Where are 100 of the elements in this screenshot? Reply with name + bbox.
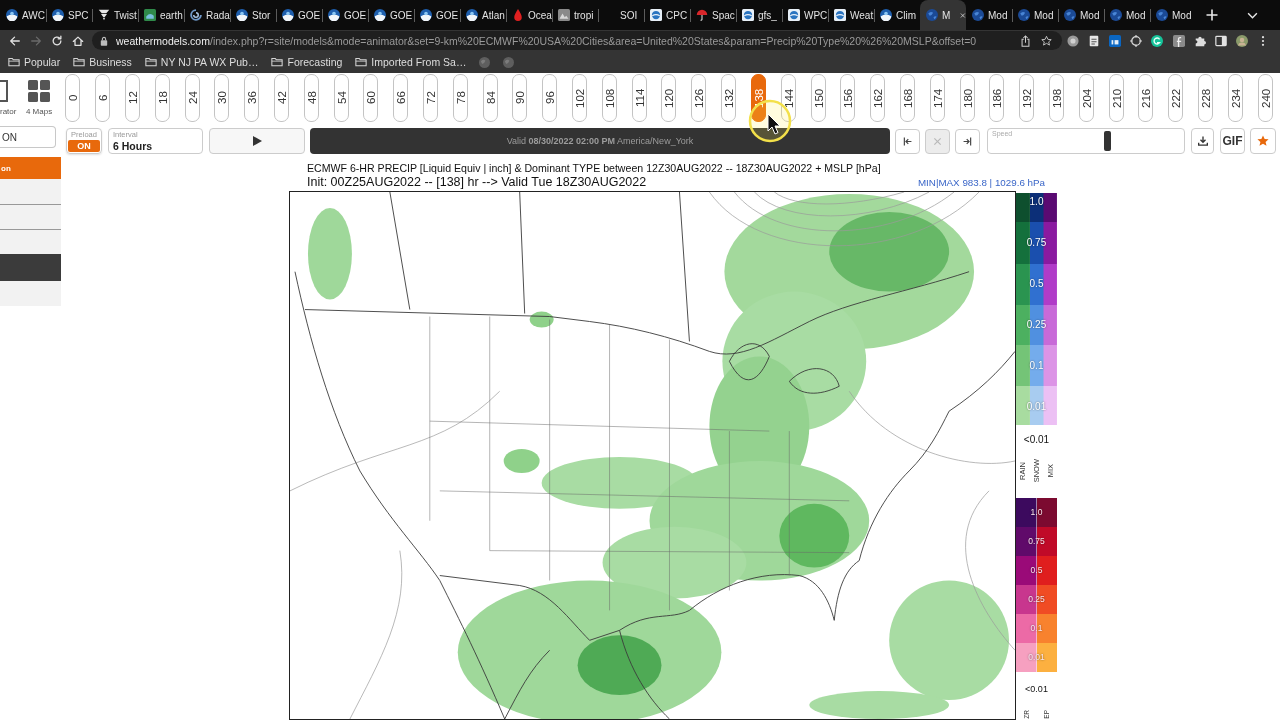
chevron-down-icon[interactable]: [1247, 12, 1258, 19]
share-icon[interactable]: [1020, 34, 1031, 47]
back-arrow-icon[interactable]: [8, 34, 21, 47]
star-outline-icon[interactable]: [1041, 34, 1052, 47]
hour-button[interactable]: 72: [423, 74, 439, 122]
hour-button[interactable]: 18: [154, 74, 170, 122]
browser-tab[interactable]: Spac: [690, 0, 736, 30]
sidebar-item[interactable]: [0, 229, 61, 254]
hour-button[interactable]: 222: [1168, 74, 1184, 122]
bookmark-button[interactable]: Popular: [8, 56, 61, 68]
browser-tab[interactable]: Weat: [828, 0, 874, 30]
browser-tab[interactable]: Mod: [1058, 0, 1104, 30]
toggle-button[interactable]: ON: [0, 126, 56, 148]
download-button[interactable]: [1191, 128, 1214, 154]
browser-tab[interactable]: Ocea: [506, 0, 552, 30]
hour-button[interactable]: 132: [721, 74, 737, 122]
browser-tab[interactable]: M: [920, 0, 966, 30]
bookmark-button[interactable]: Imported From Sa…: [355, 56, 467, 68]
bookmark-button[interactable]: NY NJ PA WX Pub…: [144, 56, 259, 68]
browser-tab[interactable]: SOI: [598, 0, 644, 30]
hour-button[interactable]: 156: [840, 74, 856, 122]
hour-button[interactable]: 78: [452, 74, 468, 122]
hour-button[interactable]: 54: [333, 74, 349, 122]
browser-tab[interactable]: GOE: [368, 0, 414, 30]
square-logo-icon[interactable]: [1172, 34, 1185, 47]
round-logo-icon[interactable]: [1066, 34, 1079, 47]
hour-button[interactable]: 90: [512, 74, 528, 122]
hour-button[interactable]: 216: [1138, 74, 1154, 122]
side-panel-icon[interactable]: [1214, 34, 1227, 47]
round-logo-icon[interactable]: [1151, 34, 1164, 47]
hour-button[interactable]: 0: [65, 74, 81, 122]
hour-button[interactable]: 162: [870, 74, 886, 122]
browser-tab[interactable]: SPC: [46, 0, 92, 30]
target-icon[interactable]: [1130, 34, 1143, 47]
hour-button[interactable]: 24: [184, 74, 200, 122]
new-tab-icon[interactable]: [1206, 9, 1218, 21]
hour-button[interactable]: 126: [691, 74, 707, 122]
gif-button[interactable]: GIF: [1220, 128, 1245, 154]
favorite-button[interactable]: [1250, 128, 1276, 154]
hour-button[interactable]: 36: [244, 74, 260, 122]
hour-button[interactable]: 144: [780, 74, 796, 122]
hour-button[interactable]: 168: [899, 74, 915, 122]
hour-button[interactable]: 30: [214, 74, 230, 122]
last-frame-button[interactable]: [955, 129, 980, 154]
browser-tab[interactable]: GOE: [414, 0, 460, 30]
hour-button[interactable]: 240: [1257, 74, 1273, 122]
browser-tab[interactable]: tropi: [552, 0, 598, 30]
first-frame-button[interactable]: [895, 129, 920, 154]
browser-tab[interactable]: Clim: [874, 0, 920, 30]
hour-button[interactable]: 198: [1048, 74, 1064, 122]
home-icon[interactable]: [71, 34, 84, 47]
hour-button[interactable]: 120: [661, 74, 677, 122]
hour-button[interactable]: 48: [303, 74, 319, 122]
hour-button[interactable]: 66: [393, 74, 409, 122]
view-button[interactable]: rator: [0, 80, 16, 116]
browser-tab[interactable]: Atlan: [460, 0, 506, 30]
avatar-icon[interactable]: [1236, 34, 1249, 47]
browser-tab[interactable]: Mod: [966, 0, 1012, 30]
hour-button[interactable]: 114: [631, 74, 647, 122]
browser-tab[interactable]: GOE: [322, 0, 368, 30]
hour-button[interactable]: 204: [1078, 74, 1094, 122]
reload-icon[interactable]: [50, 34, 63, 47]
bookmark-button[interactable]: [503, 56, 515, 68]
browser-tab[interactable]: Twist: [92, 0, 138, 30]
browser-tab[interactable]: Stor: [230, 0, 276, 30]
hour-button[interactable]: 42: [274, 74, 290, 122]
hour-button[interactable]: 186: [989, 74, 1005, 122]
sidebar-item[interactable]: [0, 204, 61, 229]
browser-tab[interactable]: GOE: [276, 0, 322, 30]
hour-button[interactable]: 180: [959, 74, 975, 122]
slider-thumb[interactable]: [1104, 131, 1112, 151]
browser-tab[interactable]: CPC: [644, 0, 690, 30]
bookmark-button[interactable]: [479, 56, 491, 68]
close-icon[interactable]: [960, 10, 966, 20]
square-logo-icon[interactable]: [1108, 34, 1121, 47]
browser-tab[interactable]: Mod: [1012, 0, 1058, 30]
hour-button[interactable]: 108: [601, 74, 617, 122]
browser-tab[interactable]: Mod: [1104, 0, 1150, 30]
hour-button[interactable]: 150: [810, 74, 826, 122]
hour-button[interactable]: 12: [125, 74, 140, 122]
address-bar[interactable]: weathermodels.com/index.php?r=site/models&mode=animator&set=9-km%20ECMWF%20USA%20Cities&area=United%20States&param=Precip%20Type%20%26%20MSLP&offset=0: [92, 31, 1062, 50]
browser-tab[interactable]: WPC: [782, 0, 828, 30]
hour-button[interactable]: 60: [363, 74, 379, 122]
document-icon[interactable]: [1087, 34, 1100, 47]
hour-button[interactable]: 234: [1227, 74, 1243, 122]
bookmark-button[interactable]: Business: [73, 56, 132, 68]
bookmark-button[interactable]: Forecasting: [271, 56, 343, 68]
hour-button[interactable]: 102: [572, 74, 588, 122]
view-button[interactable]: 4 Maps: [26, 80, 52, 116]
hour-button[interactable]: 84: [482, 74, 498, 122]
browser-tab[interactable]: gfs_: [736, 0, 782, 30]
hour-button[interactable]: 174: [929, 74, 945, 122]
browser-tab[interactable]: earth: [138, 0, 184, 30]
hour-button[interactable]: 96: [542, 74, 558, 122]
hour-button[interactable]: 6: [95, 74, 111, 122]
puzzle-icon[interactable]: [1193, 34, 1206, 47]
browser-tab[interactable]: Rada: [184, 0, 230, 30]
hour-button[interactable]: 192: [1019, 74, 1035, 122]
hour-button[interactable]: 210: [1108, 74, 1124, 122]
browser-tab[interactable]: Mod: [1150, 0, 1196, 30]
